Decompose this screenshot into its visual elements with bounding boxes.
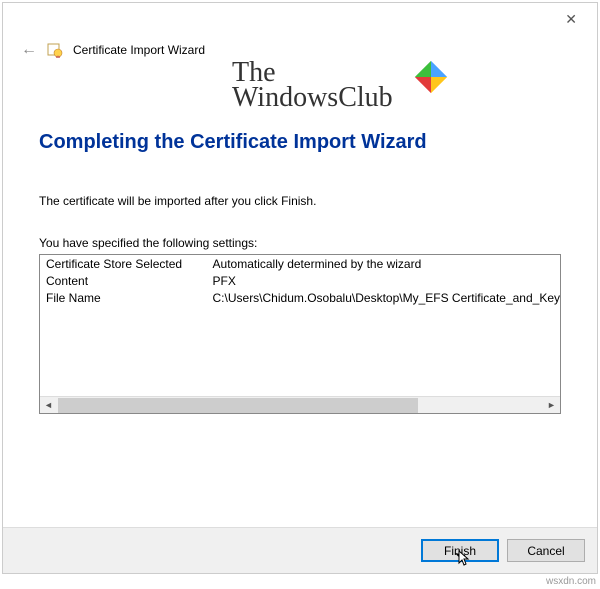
cancel-button[interactable]: Cancel: [507, 539, 585, 562]
scroll-thumb[interactable]: [58, 398, 418, 413]
finish-button[interactable]: Finish: [421, 539, 499, 562]
watermark-text: The WindowsClub: [232, 60, 393, 110]
settings-table: Certificate Store Selected Content File …: [40, 255, 560, 396]
site-credit: wsxdn.com: [546, 576, 596, 587]
row-value: C:\Users\Chidum.Osobalu\Desktop\My_EFS C…: [209, 291, 560, 308]
scroll-left-icon[interactable]: ◄: [40, 397, 57, 414]
row-key: Certificate Store Selected: [42, 257, 209, 274]
settings-values: Automatically determined by the wizard P…: [209, 257, 560, 396]
content: Completing the Certificate Import Wizard…: [3, 65, 597, 527]
certificate-icon: [47, 42, 63, 58]
settings-box: Certificate Store Selected Content File …: [39, 254, 561, 414]
settings-keys: Certificate Store Selected Content File …: [42, 257, 209, 396]
settings-label: You have specified the following setting…: [39, 236, 561, 250]
watermark-line2: WindowsClub: [232, 85, 393, 110]
row-key: File Name: [42, 291, 209, 308]
cancel-button-label: Cancel: [527, 544, 564, 558]
wizard-title: Certificate Import Wizard: [73, 43, 205, 57]
row-value: Automatically determined by the wizard: [209, 257, 560, 274]
row-value: PFX: [209, 274, 560, 291]
back-arrow-icon[interactable]: ←: [21, 41, 37, 59]
page-heading: Completing the Certificate Import Wizard: [39, 131, 561, 154]
windowsclub-logo-icon: [412, 58, 450, 96]
intro-text: The certificate will be imported after y…: [39, 194, 561, 208]
scroll-right-icon[interactable]: ►: [543, 397, 560, 414]
horizontal-scrollbar[interactable]: ◄ ►: [40, 396, 560, 413]
scroll-track[interactable]: [57, 397, 543, 414]
row-key: Content: [42, 274, 209, 291]
close-icon[interactable]: ✕: [557, 7, 585, 32]
button-bar: Finish Cancel: [3, 527, 597, 573]
titlebar: ✕: [3, 3, 597, 35]
